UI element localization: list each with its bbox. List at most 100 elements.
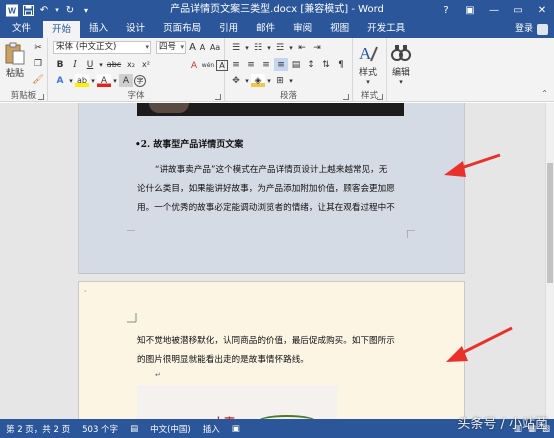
distribute-icon[interactable]: ▤ [289,58,303,71]
sort-icon[interactable]: ⇅ [319,58,333,71]
decrease-indent-icon[interactable]: ⇤ [295,41,309,54]
grow-font-icon[interactable]: A [188,41,197,54]
font-size-combo[interactable]: 四号 ▾ [156,41,186,54]
watermark: 头条号 / 小站菌 [457,417,548,432]
sign-in[interactable]: 登录 [515,20,548,38]
font-launcher-icon[interactable] [215,94,221,100]
macro-icon[interactable]: ▣ [226,424,246,434]
quick-access-toolbar: W ↶ ▾ ↻ ▾ [0,0,92,20]
redo-icon[interactable]: ↻ [64,4,76,16]
red-arrow-2 [446,326,513,362]
tab-references[interactable]: 引用 [210,20,247,38]
styles-launcher-icon[interactable] [377,94,383,100]
minimize-button[interactable]: — [482,0,506,20]
undo-icon[interactable]: ↶ [38,4,50,16]
cut-icon[interactable]: ✂ [31,41,45,54]
tab-view[interactable]: 视图 [321,20,358,38]
highlight-dropdown-icon[interactable]: ▾ [90,74,96,87]
justify-icon[interactable]: ≡ [274,58,288,71]
editing-button[interactable]: 编辑 ▾ [390,41,412,86]
bold-button[interactable]: B [53,58,67,71]
tab-home[interactable]: 开始 [43,21,81,38]
red-arrow-1 [444,153,501,177]
chinese-layout-icon[interactable]: ✥ [229,74,243,87]
customize-icon[interactable]: ▾ [80,4,92,16]
help-button[interactable]: ? [434,0,458,20]
undo-dropdown-icon[interactable]: ▾ [54,4,60,16]
shrink-font-icon[interactable]: A [198,41,207,54]
tab-insert[interactable]: 插入 [80,20,117,38]
subscript-button[interactable]: x₂ [124,58,138,71]
font-name-combo[interactable]: 宋体 (中文正文) ▾ [53,41,151,54]
phonetic-guide-icon[interactable]: wén [201,59,215,72]
vertical-scrollbar[interactable] [545,103,554,419]
character-shading-button[interactable]: A [119,74,133,87]
paragraph-launcher-icon[interactable] [343,94,349,100]
numbering-dropdown-icon[interactable]: ▾ [266,41,272,54]
borders-dropdown-icon[interactable]: ▾ [288,74,294,87]
highlight-button[interactable]: ab [75,74,89,87]
restore-button[interactable]: ▭ [506,0,530,20]
superscript-button[interactable]: x² [139,58,153,71]
line-spacing-icon[interactable]: ↕ [304,58,318,71]
word-count[interactable]: 503 个字 [76,423,124,435]
strikethrough-button[interactable]: abc [105,58,123,71]
enclose-characters-button[interactable]: 字 [134,74,146,87]
increase-indent-icon[interactable]: ⇥ [310,41,324,54]
italic-button[interactable]: I [68,58,82,71]
insert-mode[interactable]: 插入 [197,423,226,435]
change-case-icon[interactable]: Aa [208,41,222,54]
text-effects-button[interactable]: A [53,74,67,87]
format-painter-icon[interactable]: 🖌 [31,73,45,86]
numbering-icon[interactable]: ☷ [251,41,265,54]
copy-icon[interactable]: ❐ [31,57,45,70]
shading-dropdown-icon[interactable]: ▾ [266,74,272,87]
close-button[interactable]: ✕ [530,0,554,20]
chinese-layout-dropdown-icon[interactable]: ▾ [244,74,250,87]
collapse-ribbon-icon[interactable]: ⌃ [541,89,548,98]
page-count[interactable]: 第 2 页，共 2 页 [0,423,76,435]
paragraph-group-label: 段落 [279,91,297,101]
bullets-dropdown-icon[interactable]: ▾ [244,41,250,54]
text-effects-dropdown-icon[interactable]: ▾ [68,74,74,87]
editing-dropdown-icon: ▾ [399,78,403,86]
tab-developer[interactable]: 开发工具 [358,20,414,38]
find-binoculars-icon [391,45,411,61]
sign-in-label: 登录 [514,24,533,34]
scrollbar-thumb[interactable] [547,163,553,283]
font-size-value: 四号 [159,42,177,52]
multilevel-dropdown-icon[interactable]: ▾ [288,41,294,54]
font-color-dropdown-icon[interactable]: ▾ [112,74,118,87]
paste-label: 粘贴 [5,69,24,79]
show-marks-icon[interactable]: ¶ [334,58,348,71]
borders-icon[interactable]: ⊞ [273,74,287,87]
styles-button[interactable]: A 样式 ▾ [357,41,379,86]
align-right-icon[interactable]: ≡ [259,58,273,71]
red-arrow-head [446,346,468,362]
tab-file[interactable]: 文件 [0,20,44,38]
clipboard-launcher-icon[interactable] [38,94,44,100]
shading-icon[interactable]: ◈ [251,74,265,87]
ribbon: 粘贴 ✂ ❐ 🖌 剪贴板 宋体 (中文正文) ▾ 四号 ▾ A A Aa A wén… [0,38,554,102]
tab-layout[interactable]: 页面布局 [154,20,210,38]
ribbon-display-button[interactable]: ▣ [458,0,482,20]
font-color-button[interactable]: A [97,74,111,87]
styles-dropdown-icon: ▾ [366,78,370,86]
clear-formatting-icon[interactable]: A [188,59,200,72]
paste-button[interactable]: 粘贴 [4,42,26,79]
align-left-icon[interactable]: ≡ [229,58,243,71]
underline-dropdown-icon[interactable]: ▾ [98,58,104,71]
underline-button[interactable]: U [83,58,97,71]
multilevel-list-icon[interactable]: ☲ [273,41,287,54]
editing-group: 编辑 ▾ [387,38,419,102]
tab-design[interactable]: 设计 [117,20,154,38]
proofing-icon[interactable]: ▤ [124,424,144,434]
bullets-icon[interactable]: ☰ [229,41,243,54]
save-icon[interactable] [22,4,34,16]
language-status[interactable]: 中文(中国) [144,423,197,435]
word-logo-icon: W [6,4,18,16]
tab-review[interactable]: 审阅 [284,20,321,38]
document-area: •2. 故事型产品详情页文案 “讲故事卖产品”这个模式在产品详情页设计上越来越常… [0,103,545,419]
align-center-icon[interactable]: ≡ [244,58,258,71]
tab-mailings[interactable]: 邮件 [247,20,284,38]
